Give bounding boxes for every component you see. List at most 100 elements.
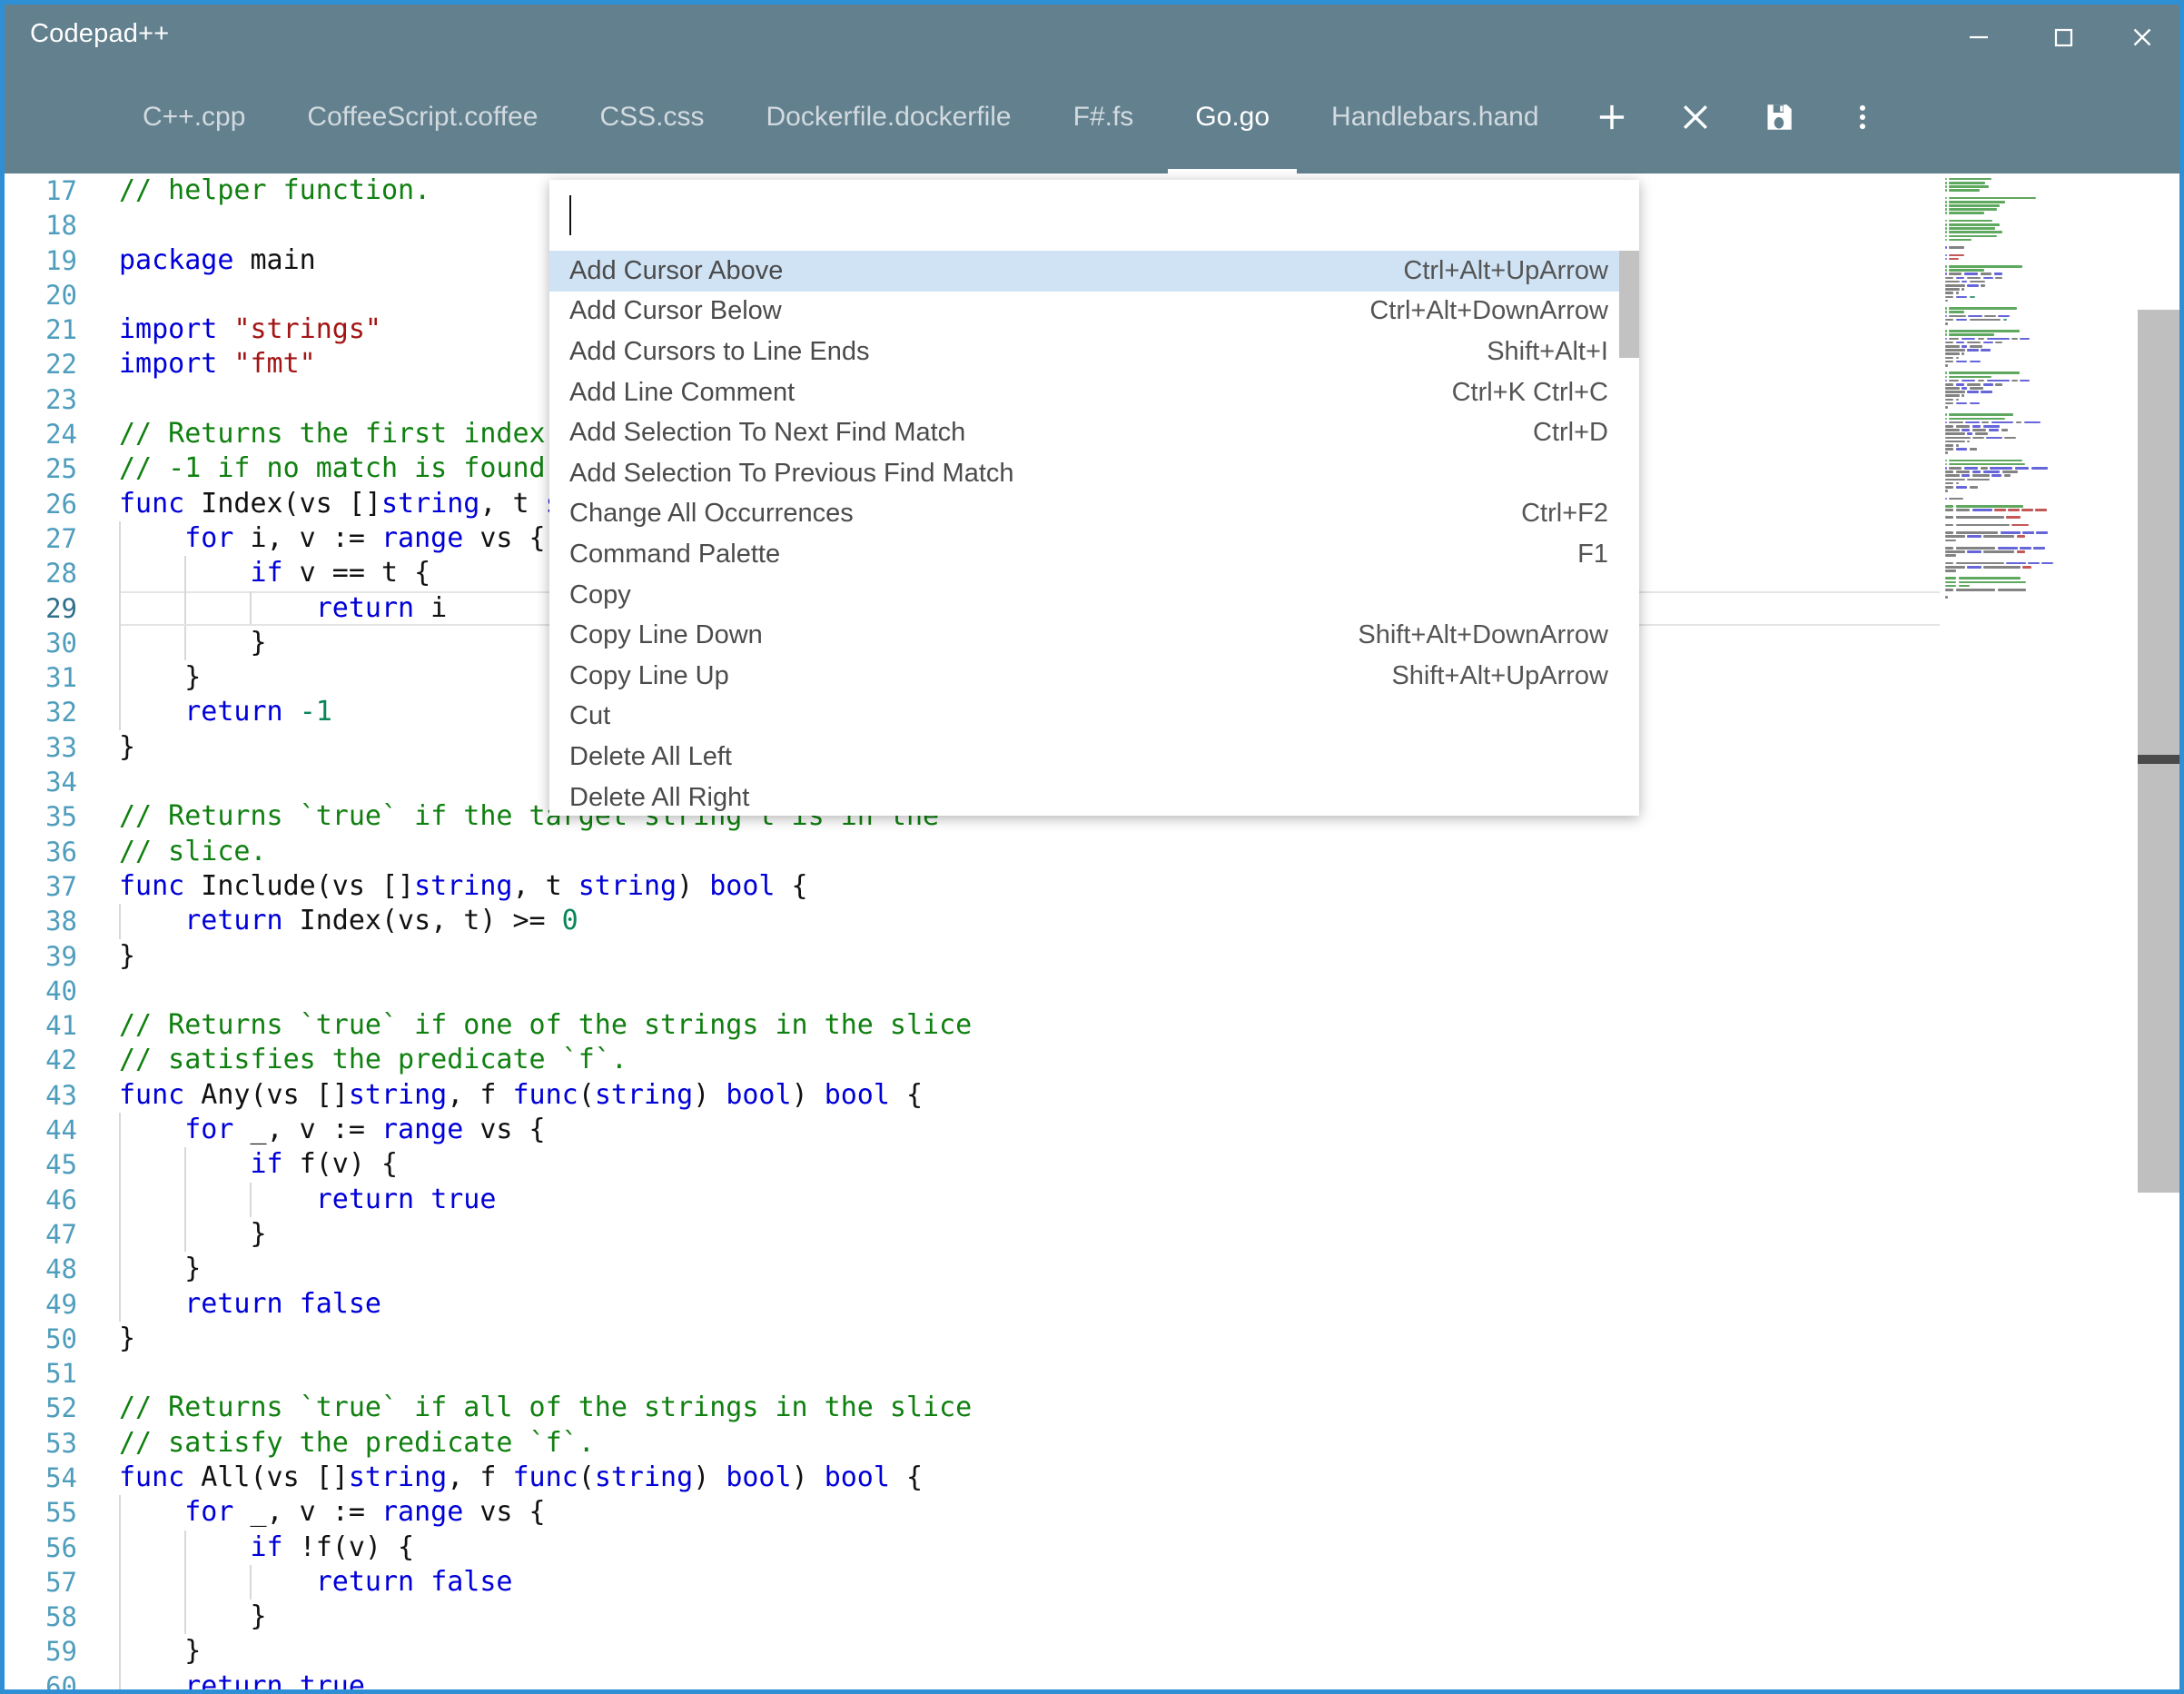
code-token: }	[119, 1635, 202, 1668]
command-shortcut: F1	[1577, 539, 1608, 569]
tab-coffeescript[interactable]: CoffeeScript.coffee	[276, 61, 568, 173]
code-line[interactable]: 44 for _, v := range vs {	[5, 1113, 2179, 1148]
code-line[interactable]: 47 }	[5, 1216, 2179, 1253]
command-palette-item[interactable]: Delete All Right	[549, 778, 1639, 816]
minimap-token	[1945, 413, 1947, 417]
code-line-text: if f(v) {	[95, 1147, 2179, 1183]
code-line[interactable]: 45 if f(v) {	[5, 1147, 2179, 1183]
code-line[interactable]: 39}	[5, 939, 2179, 974]
command-palette-item[interactable]: Add Selection To Previous Find Match	[549, 453, 1639, 494]
minimap-token	[1945, 371, 1947, 374]
code-token: string	[414, 869, 513, 902]
scrollbar-thumb[interactable]	[2138, 310, 2179, 1193]
code-line[interactable]: 36 // slice.	[5, 835, 2179, 869]
line-number: 43	[45, 1079, 77, 1111]
code-line[interactable]: 50}	[5, 1322, 2179, 1356]
minimap-token	[1980, 272, 1992, 276]
command-palette-item[interactable]: Add Cursors to Line Ends Shift+Alt+I	[549, 332, 1639, 372]
code-token: // satisfy the predicate `f`.	[119, 1426, 595, 1459]
minimap-token	[1945, 535, 1965, 539]
code-token: string	[594, 1078, 694, 1111]
vertical-scrollbar[interactable]	[2138, 173, 2179, 1689]
command-palette-scrollbar[interactable]	[1619, 251, 1639, 816]
command-palette-item[interactable]: Copy Line Down Shift+Alt+DownArrow	[549, 615, 1639, 656]
minimap-token	[1972, 424, 1981, 428]
command-palette-item[interactable]: Change All Occurrences Ctrl+F2	[549, 494, 1639, 535]
code-line[interactable]: 59 }	[5, 1634, 2179, 1669]
code-token: )	[677, 869, 710, 902]
code-line[interactable]: 40	[5, 974, 2179, 1008]
code-token: if	[250, 557, 283, 589]
tab-css[interactable]: CSS.css	[568, 61, 735, 173]
command-shortcut: Shift+Alt+DownArrow	[1358, 620, 1608, 650]
minimap-token	[1945, 360, 1954, 363]
save-file-button[interactable]	[1737, 61, 1821, 173]
code-line[interactable]: 52 // Returns `true` if all of the string…	[5, 1391, 2179, 1425]
code-token: "strings"	[233, 313, 381, 346]
command-palette-item[interactable]: Copy Line Up Shift+Alt+UpArrow	[549, 656, 1639, 697]
command-palette-item[interactable]: Command Palette F1	[549, 534, 1639, 575]
command-palette-item[interactable]: Cut	[549, 697, 1639, 738]
command-palette-item[interactable]: Copy	[549, 575, 1639, 616]
minimap-token	[1955, 318, 1968, 322]
code-line[interactable]: 37 func Include(vs []string, t string) bo…	[5, 869, 2179, 904]
line-number: 48	[45, 1253, 77, 1285]
minimap-token	[1945, 448, 1954, 451]
code-line[interactable]: 54 func All(vs []string, f func(string) b…	[5, 1461, 2179, 1495]
tab-dockerfile[interactable]: Dockerfile.dockerfile	[736, 61, 1043, 173]
command-palette-scrollbar-thumb[interactable]	[1619, 251, 1639, 358]
minimap-token	[2020, 337, 2031, 341]
code-line[interactable]: 48 }	[5, 1252, 2179, 1287]
new-tab-button[interactable]	[1570, 61, 1654, 173]
minimap-token	[1945, 474, 1960, 478]
minimap-token	[1949, 223, 2000, 226]
code-line[interactable]: 49 return false	[5, 1286, 2179, 1322]
code-token: func	[119, 869, 185, 902]
code-line[interactable]: 55 for _, v := range vs {	[5, 1495, 2179, 1531]
code-line[interactable]: 38 return Index(vs, t) >= 0	[5, 904, 2179, 939]
code-token: bool	[824, 1461, 890, 1493]
minimap-token	[1983, 550, 2015, 553]
minimap-token	[2011, 523, 2029, 527]
line-number: 49	[45, 1288, 77, 1320]
command-palette-item[interactable]: Add Line Comment Ctrl+K Ctrl+C	[549, 372, 1639, 413]
close-window-button[interactable]	[2110, 12, 2174, 63]
code-line[interactable]: 42 // satisfies the predicate `f`.	[5, 1043, 2179, 1077]
command-palette-item[interactable]: Add Cursor Above Ctrl+Alt+UpArrow	[549, 251, 1639, 292]
minimap[interactable]	[1940, 173, 2138, 1689]
tab-handlebars[interactable]: Handlebars.hand	[1300, 61, 1570, 173]
code-line[interactable]: 43 func Any(vs []string, f func(string) b…	[5, 1078, 2179, 1113]
line-number: 26	[45, 488, 77, 520]
code-token: return	[184, 1669, 283, 1689]
minimap-token	[1983, 535, 2015, 539]
minimap-token	[1945, 421, 1947, 424]
minimize-button[interactable]	[1947, 12, 2011, 63]
more-options-button[interactable]	[1821, 61, 1904, 173]
line-number: 29	[45, 592, 77, 624]
maximize-button[interactable]	[2031, 12, 2095, 63]
tab-go[interactable]: Go.go	[1164, 61, 1300, 173]
tab-cpp[interactable]: C++.cpp	[112, 61, 276, 173]
code-line[interactable]: 56 if !f(v) {	[5, 1530, 2179, 1565]
code-token: Index(vs, t) >=	[282, 905, 562, 937]
code-line[interactable]: 57 return false	[5, 1564, 2179, 1600]
command-palette-input[interactable]	[549, 180, 1639, 251]
code-token: false	[430, 1565, 513, 1598]
command-palette-item[interactable]: Add Selection To Next Find Match Ctrl+D	[549, 412, 1639, 453]
command-palette-list[interactable]: Add Cursor Above Ctrl+Alt+UpArrow Add Curs…	[549, 251, 1639, 816]
code-line[interactable]: 51	[5, 1356, 2179, 1391]
command-palette-item[interactable]: Add Cursor Below Ctrl+Alt+DownArrow	[549, 292, 1639, 332]
code-line[interactable]: 41 // Returns `true` if one of the string…	[5, 1008, 2179, 1043]
minimap-token	[1955, 341, 1965, 344]
code-line[interactable]: 58 }	[5, 1600, 2179, 1635]
close-tab-button[interactable]	[1654, 61, 1737, 173]
minimap-token	[1955, 531, 1999, 534]
code-line[interactable]: 46 return true	[5, 1182, 2179, 1217]
code-line[interactable]: 60 return true	[5, 1669, 2179, 1689]
code-line-text: for _, v := range vs {	[95, 1495, 2179, 1531]
code-line[interactable]: 53 // satisfy the predicate `f`.	[5, 1426, 2179, 1461]
tab-fsharp[interactable]: F#.fs	[1043, 61, 1165, 173]
command-palette-item[interactable]: Delete All Left	[549, 737, 1639, 778]
